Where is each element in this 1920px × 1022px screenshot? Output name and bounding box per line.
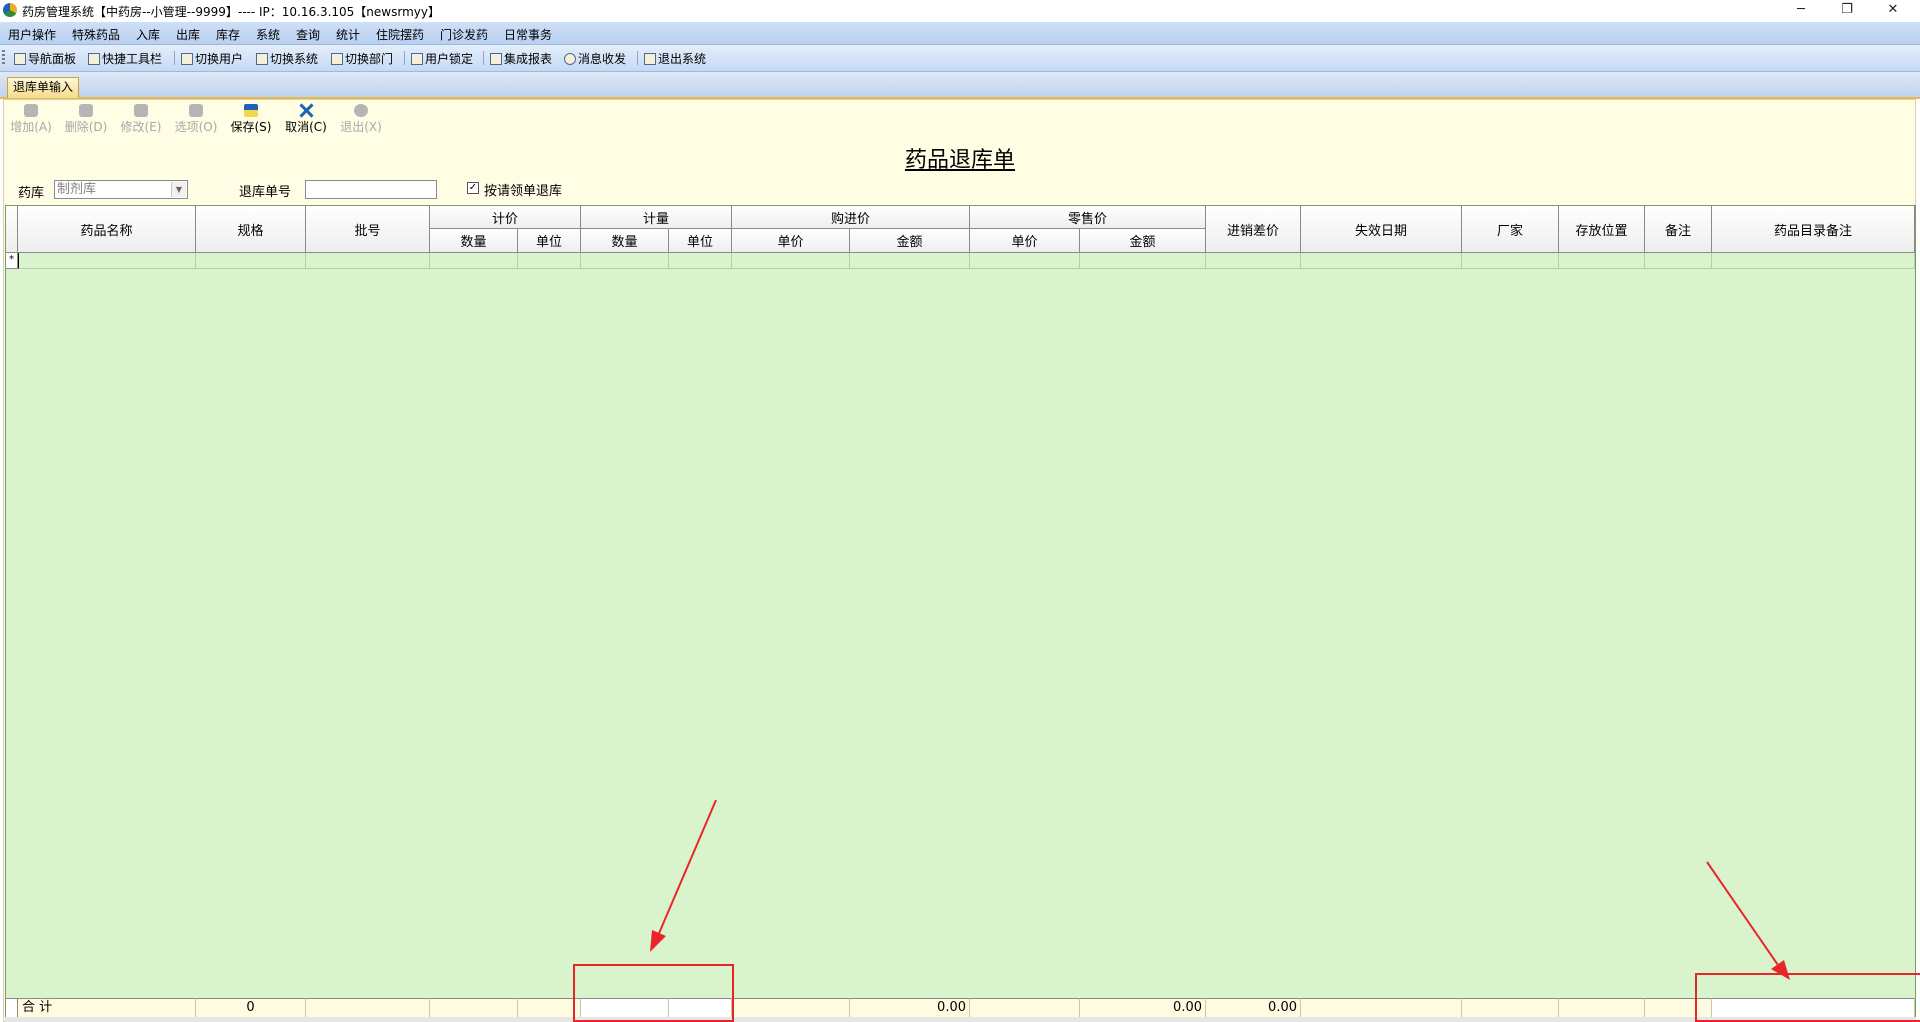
arrow-icon: [650, 799, 717, 952]
arrow-icon: [1706, 861, 1790, 980]
annotation-arrows: [650, 799, 1790, 980]
